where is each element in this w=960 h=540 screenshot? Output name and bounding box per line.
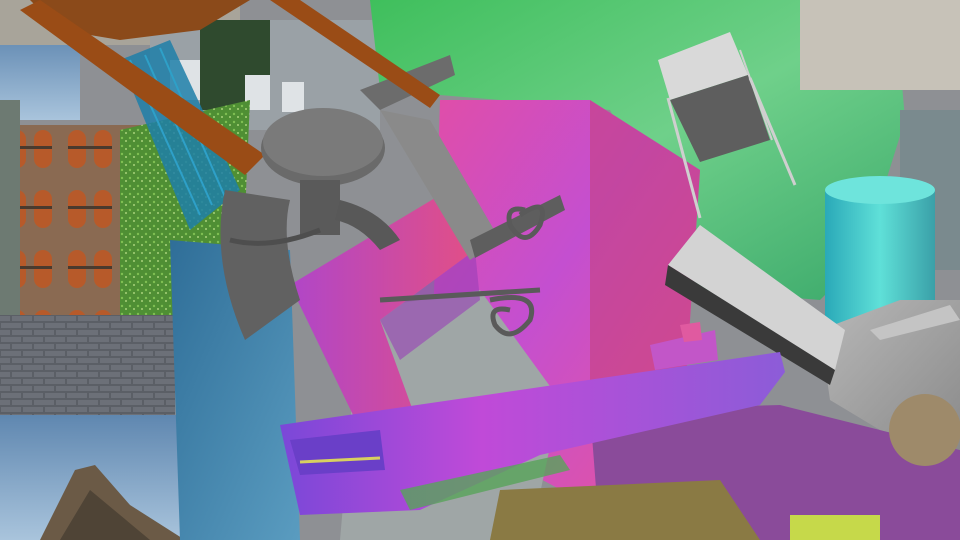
yellow-panel (790, 515, 880, 540)
ground-panel (490, 480, 760, 540)
brick-wall-panel (0, 315, 175, 415)
scene-canvas (0, 0, 960, 540)
floor-photo-panel (800, 0, 960, 90)
render-scene (0, 0, 960, 540)
mountain-photo-panel (0, 415, 195, 540)
